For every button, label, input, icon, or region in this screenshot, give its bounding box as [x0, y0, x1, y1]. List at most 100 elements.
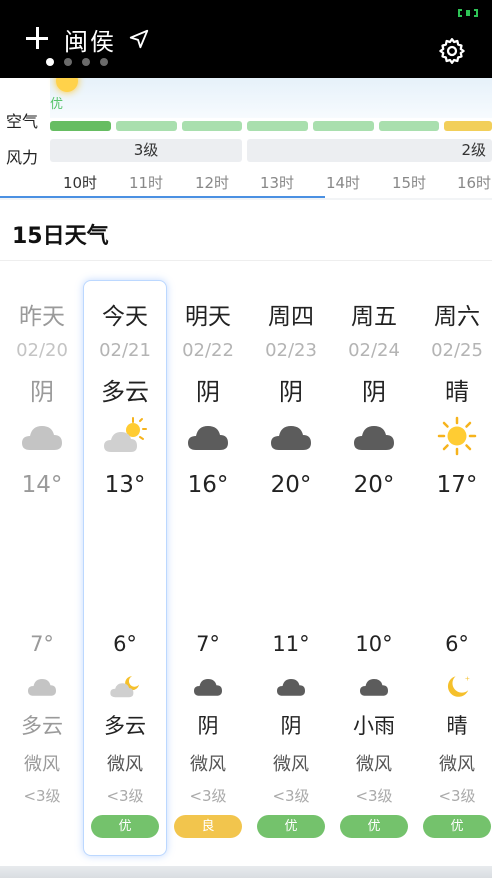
night-weather-icon	[192, 672, 224, 700]
aqi-hour-bar	[247, 121, 308, 131]
daily-forecast-section: 15日天气 昨天 02/20 阴 14° 7° 多云 微风 <3级 今天 02/21 多云 13° 6°…	[0, 200, 492, 878]
partly-cloudy-night-icon	[110, 676, 139, 698]
air-quality-label: 空气	[6, 112, 39, 131]
day-weather-icon	[269, 416, 313, 456]
bottom-edge	[0, 866, 492, 878]
cloud-icon	[194, 679, 222, 696]
hourly-scroll-indicator	[0, 196, 325, 198]
night-weather-icon	[26, 672, 58, 700]
day-name: 今天	[102, 304, 148, 330]
hour-label: 15时	[391, 174, 427, 192]
night-condition: 小雨	[353, 714, 395, 738]
cloud-icon	[354, 426, 394, 450]
aqi-hour-bar	[50, 121, 111, 131]
day-condition: 阴	[279, 378, 303, 406]
day-name: 周四	[268, 304, 314, 330]
day-condition: 阴	[30, 378, 54, 406]
wind-level: <3级	[189, 787, 227, 805]
wind-direction: 微风	[24, 754, 60, 775]
page-indicator[interactable]	[46, 58, 108, 66]
wind-level: <3级	[23, 787, 61, 805]
day-name: 昨天	[19, 304, 65, 330]
wind-direction: 微风	[273, 754, 309, 775]
wind-segment: 2级	[247, 139, 492, 162]
hour-label: 11时	[128, 174, 164, 192]
day-condition: 阴	[362, 378, 386, 406]
hour-label: 13时	[259, 174, 295, 192]
night-condition: 多云	[104, 714, 146, 738]
city-name[interactable]: 闽侯	[64, 22, 116, 57]
night-weather-icon	[109, 672, 141, 700]
day-date: 02/21	[99, 340, 151, 361]
aqi-badge: 优	[340, 815, 408, 838]
top-header: 闽侯	[0, 0, 492, 78]
aqi-hour-bar	[444, 121, 492, 131]
temperature-trend-chart	[0, 500, 492, 640]
wind-segment: 3级	[50, 139, 242, 162]
cloud-icon	[360, 679, 388, 696]
wind-direction: 微风	[439, 754, 475, 775]
aqi-badge: 优	[91, 815, 159, 838]
cloud-icon	[277, 679, 305, 696]
cloud-light-icon	[22, 426, 62, 450]
location-arrow-icon	[129, 29, 149, 49]
hour-label: 16时	[456, 174, 492, 192]
day-weather-icon	[20, 416, 64, 456]
moon-icon: +	[447, 675, 470, 697]
partly-cloudy-icon	[104, 417, 147, 452]
page-dot[interactable]	[46, 58, 54, 66]
day-date: 02/23	[265, 340, 317, 361]
cloud-icon	[271, 426, 311, 450]
wind-level: <3级	[272, 787, 310, 805]
page-dot[interactable]	[100, 58, 108, 66]
day-date: 02/24	[348, 340, 400, 361]
high-temperature: 20°	[353, 472, 395, 498]
wind-level: <3级	[438, 787, 476, 805]
night-weather-icon: +	[441, 672, 473, 700]
day-weather-icon	[352, 416, 396, 456]
night-weather-icon	[275, 672, 307, 700]
section-title: 15日天气	[12, 224, 109, 249]
hourly-forecast-panel[interactable]: 优 空气 风力 3级 2级 10时 11时 12时 13时 14时 15时 16…	[0, 78, 492, 198]
day-name: 周六	[434, 304, 480, 330]
cloud-light-icon	[28, 679, 56, 696]
hour-label: 12时	[194, 174, 230, 192]
aqi-hour-bar	[182, 121, 242, 131]
aqi-badge: 优	[257, 815, 325, 838]
aqi-badge: 优	[423, 815, 491, 838]
night-condition: 阴	[197, 714, 219, 738]
battery-icon	[458, 8, 478, 18]
night-condition: 晴	[446, 714, 468, 738]
high-temperature: 20°	[270, 472, 312, 498]
hourly-weather-strip	[50, 78, 492, 118]
high-temperature: 17°	[436, 472, 478, 498]
day-date: 02/22	[182, 340, 234, 361]
night-weather-icon	[358, 672, 390, 700]
day-condition: 多云	[101, 378, 149, 406]
settings-gear-icon[interactable]	[437, 36, 467, 66]
add-city-icon[interactable]	[26, 27, 48, 49]
aqi-hour-bar	[116, 121, 177, 131]
high-temperature: 14°	[21, 472, 63, 498]
hourly-aqi-label: 优	[50, 97, 64, 112]
wind-force-label: 风力	[6, 148, 39, 167]
aqi-hour-bar	[313, 121, 374, 131]
page-dot[interactable]	[64, 58, 72, 66]
day-weather-icon	[186, 416, 230, 456]
wind-direction: 微风	[107, 754, 143, 775]
day-name: 周五	[351, 304, 397, 330]
page-dot[interactable]	[82, 58, 90, 66]
aqi-badge: 良	[174, 815, 242, 838]
aqi-hour-bar	[379, 121, 439, 131]
day-date: 02/25	[431, 340, 483, 361]
day-name: 明天	[185, 304, 231, 330]
svg-text:+: +	[465, 675, 470, 682]
cloud-icon	[188, 426, 228, 450]
divider	[0, 260, 492, 261]
hour-label: 14时	[325, 174, 361, 192]
wind-level: <3级	[106, 787, 144, 805]
sun-icon	[437, 416, 477, 456]
wind-direction: 微风	[356, 754, 392, 775]
day-date: 02/20	[16, 340, 68, 361]
day-weather-icon	[103, 416, 147, 456]
